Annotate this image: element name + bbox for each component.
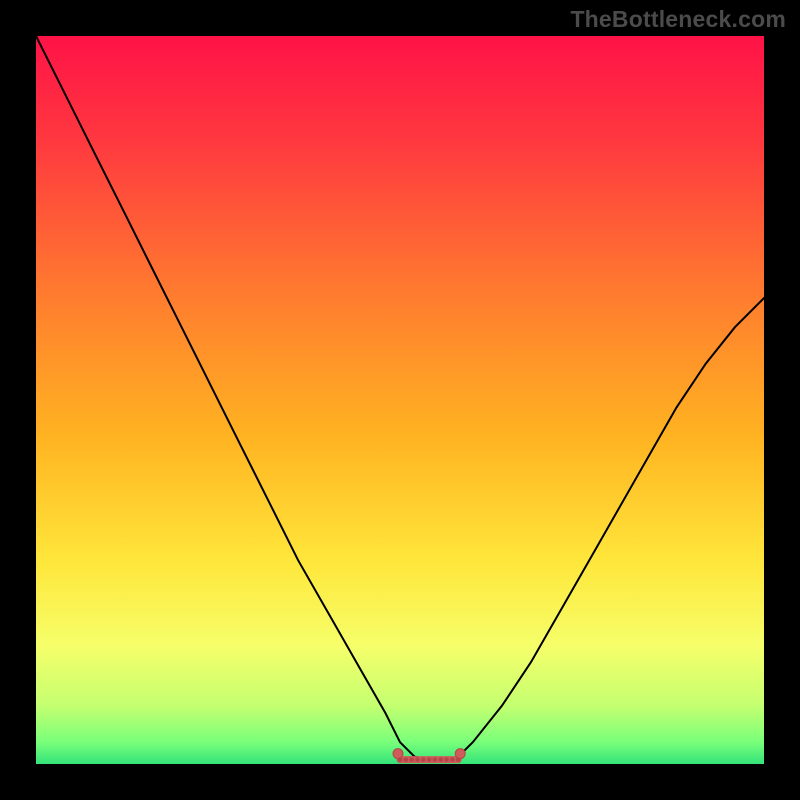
range-end-marker-right	[455, 749, 465, 759]
range-tick-marker	[450, 757, 455, 762]
range-tick-marker	[404, 757, 409, 762]
range-end-marker-left	[393, 749, 403, 759]
range-tick-marker	[456, 757, 461, 762]
chart-frame: TheBottleneck.com	[0, 0, 800, 800]
range-tick-marker	[421, 757, 426, 762]
range-tick-marker	[438, 757, 443, 762]
plot-background	[36, 36, 764, 764]
range-tick-marker	[433, 757, 438, 762]
range-tick-marker	[427, 757, 432, 762]
range-tick-marker	[409, 757, 414, 762]
bottleneck-chart	[0, 0, 800, 800]
range-tick-marker	[415, 757, 420, 762]
range-tick-marker	[444, 757, 449, 762]
range-tick-marker	[398, 757, 403, 762]
